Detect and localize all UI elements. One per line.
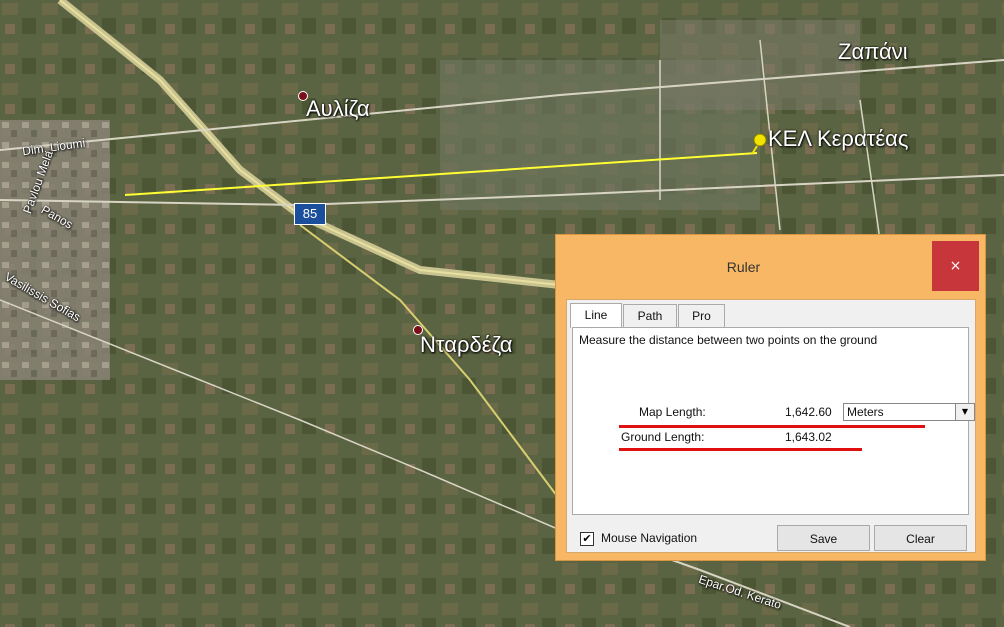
unit-select[interactable]: Meters ▼ [843, 403, 975, 421]
mouse-navigation-checkbox[interactable]: ✔ [580, 532, 594, 546]
tab-panel-line: Measure the distance between two points … [572, 327, 975, 515]
chevron-down-icon[interactable]: ▼ [955, 404, 974, 420]
place-label-zapani[interactable]: Ζαπάνι [838, 39, 908, 65]
clear-button[interactable]: Clear [874, 525, 967, 551]
place-label-ntardeza[interactable]: Νταρδέζα [420, 332, 513, 358]
ruler-dialog: Ruler × Line Path Pro Measure the distan… [555, 234, 986, 561]
route-shield: 85 [294, 203, 326, 225]
highlight-underline [619, 448, 862, 451]
mouse-navigation-label: Mouse Navigation [601, 531, 698, 545]
dialog-client: Line Path Pro Measure the distance betwe… [566, 299, 976, 553]
highlight-underline [619, 425, 925, 428]
tab-path[interactable]: Path [623, 304, 677, 327]
map-length-label: Map Length: [639, 405, 706, 419]
ground-length-label: Ground Length: [621, 430, 705, 444]
description-text: Measure the distance between two points … [579, 333, 878, 347]
ground-length-value: 1,643.02 [785, 430, 832, 444]
tab-line[interactable]: Line [570, 303, 622, 328]
save-button[interactable]: Save [777, 525, 870, 551]
close-button[interactable]: × [932, 241, 979, 291]
unit-value: Meters [847, 405, 884, 419]
tab-pro[interactable]: Pro [678, 304, 725, 327]
place-label-kel[interactable]: ΚΕΛ Κερατέας [768, 126, 908, 152]
map-length-value: 1,642.60 [785, 405, 832, 419]
place-label-aulida[interactable]: Αυλίζα [306, 96, 370, 122]
dialog-title[interactable]: Ruler [556, 235, 931, 295]
